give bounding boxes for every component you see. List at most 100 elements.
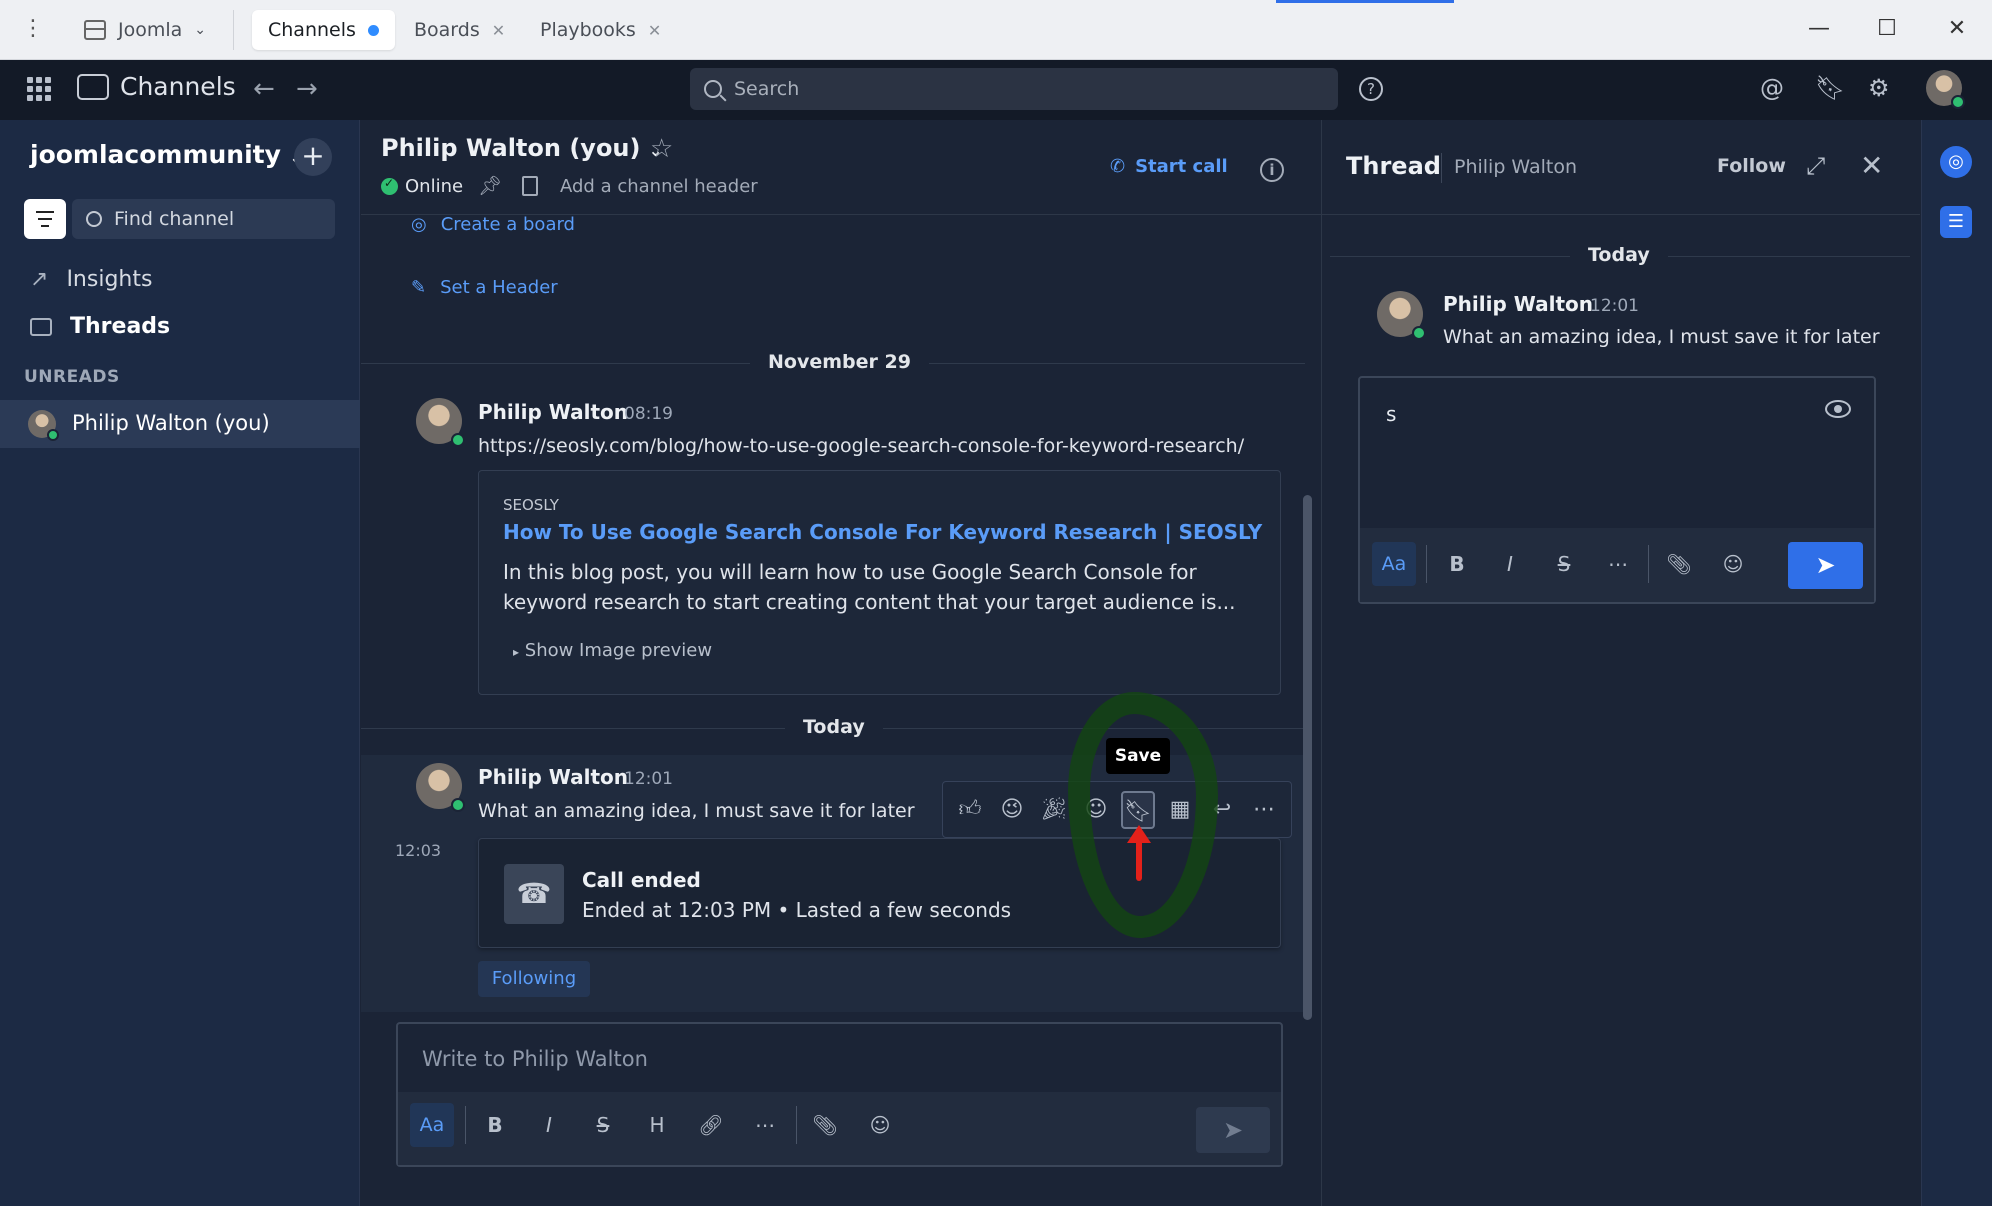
following-button[interactable]: Following xyxy=(478,961,590,997)
tab-boards[interactable]: Boards ✕ xyxy=(398,10,521,50)
party-popper-icon[interactable]: 🎉︎ xyxy=(1037,791,1071,829)
thumbs-up-icon[interactable]: 👍︎ xyxy=(953,791,987,829)
find-channel-input[interactable]: Find channel xyxy=(72,199,335,239)
product-name: Channels xyxy=(120,72,236,101)
italic-icon[interactable]: I xyxy=(1491,545,1529,583)
files-icon[interactable] xyxy=(522,176,538,196)
thread-title: Thread xyxy=(1346,152,1441,180)
sidebar-item-label: Threads xyxy=(70,314,171,339)
tab-channels[interactable]: Channels xyxy=(252,10,395,50)
preview-title[interactable]: How To Use Google Search Console For Key… xyxy=(503,520,1262,544)
more-actions-icon[interactable]: ⋯ xyxy=(1247,791,1281,829)
close-icon[interactable]: ✕ xyxy=(492,21,505,40)
avatar[interactable] xyxy=(1377,291,1426,340)
back-arrow-icon[interactable]: ← xyxy=(253,74,275,104)
more-formatting-icon[interactable]: ⋯ xyxy=(1599,545,1637,583)
product-menu-icon[interactable] xyxy=(27,77,51,101)
expand-icon[interactable]: ⤢ xyxy=(1806,152,1825,180)
thread-time[interactable]: 12:01 xyxy=(1590,296,1639,316)
favorite-star-icon[interactable]: ☆ xyxy=(650,134,673,164)
playbooks-app-icon[interactable]: ☰ xyxy=(1940,206,1972,238)
message-author[interactable]: Philip Walton xyxy=(478,400,628,424)
status-text: Online xyxy=(405,176,464,197)
link-icon[interactable]: 🔗︎ xyxy=(692,1106,730,1144)
preview-eye-icon[interactable] xyxy=(1825,400,1851,418)
create-board-link[interactable]: ◎ Create a board xyxy=(411,214,575,235)
loading-indicator xyxy=(1276,0,1454,3)
thread-author[interactable]: Philip Walton xyxy=(1443,292,1593,316)
close-window-icon[interactable]: ✕ xyxy=(1942,14,1972,44)
dm-name: Philip Walton (you) xyxy=(72,411,270,435)
settings-icon[interactable]: ⚙ xyxy=(1868,74,1890,102)
minimize-icon[interactable]: — xyxy=(1804,14,1834,44)
channel-header-placeholder[interactable]: Add a channel header xyxy=(560,176,758,197)
avatar[interactable] xyxy=(416,763,465,812)
info-icon[interactable]: i xyxy=(1260,158,1284,182)
set-header-link[interactable]: ✎ Set a Header xyxy=(411,277,558,298)
filter-button[interactable] xyxy=(24,199,66,239)
sidebar-item-label: Insights xyxy=(66,267,153,292)
date-label: November 29 xyxy=(750,351,929,373)
attachment-icon[interactable]: 📎︎ xyxy=(1660,545,1698,583)
follow-button[interactable]: Follow xyxy=(1717,155,1786,177)
help-icon[interactable]: ? xyxy=(1359,77,1383,101)
maximize-icon[interactable]: ☐ xyxy=(1872,14,1902,44)
panel-divider xyxy=(1322,214,1920,215)
strikethrough-icon[interactable]: S xyxy=(584,1106,622,1144)
search-placeholder: Search xyxy=(734,78,800,100)
bold-icon[interactable]: B xyxy=(476,1106,514,1144)
saved-messages-icon[interactable]: 🔖︎ xyxy=(1815,74,1845,102)
online-status-icon xyxy=(381,176,398,195)
message-text: What an amazing idea, I must save it for… xyxy=(478,800,915,822)
app-menu-icon[interactable]: ⋮ xyxy=(22,16,44,41)
more-formatting-icon[interactable]: ⋯ xyxy=(746,1106,784,1144)
formatting-toggle-button[interactable]: Aa xyxy=(1372,542,1416,586)
italic-icon[interactable]: I xyxy=(530,1106,568,1144)
tab-playbooks[interactable]: Playbooks ✕ xyxy=(524,10,677,50)
sidebar-item-threads[interactable]: Threads xyxy=(30,314,170,339)
message-time[interactable]: 08:19 xyxy=(624,404,673,424)
start-call-button[interactable]: ✆ Start call xyxy=(1110,156,1228,177)
toolbar-divider xyxy=(796,1106,797,1144)
boards-app-icon[interactable]: ◎ xyxy=(1940,146,1972,178)
message-time[interactable]: 12:01 xyxy=(624,769,673,789)
emoji-icon[interactable]: ☺ xyxy=(861,1106,899,1144)
sidebar-item-insights[interactable]: ↗ Insights xyxy=(30,267,152,292)
server-switcher[interactable]: Joomla ⌄ xyxy=(66,10,234,50)
user-avatar[interactable] xyxy=(1926,70,1965,109)
send-reply-button[interactable]: ➤ xyxy=(1788,542,1863,589)
reply-input[interactable]: s xyxy=(1386,402,1396,426)
avatar xyxy=(28,410,59,441)
close-icon[interactable]: ✕ xyxy=(648,21,661,40)
chart-icon: ↗ xyxy=(30,267,49,292)
message-input[interactable]: Write to Philip Walton xyxy=(422,1047,648,1071)
formatting-toggle-button[interactable]: Aa xyxy=(410,1103,454,1147)
search-input[interactable]: Search xyxy=(690,68,1338,110)
team-name[interactable]: joomlacommunity ⌄ xyxy=(30,140,303,169)
add-channel-button[interactable]: + xyxy=(294,138,332,176)
avatar[interactable] xyxy=(416,398,465,447)
wink-emoji-icon[interactable]: 😉︎ xyxy=(995,791,1029,829)
heading-icon[interactable]: H xyxy=(638,1106,676,1144)
server-name: Joomla xyxy=(118,19,183,41)
bold-icon[interactable]: B xyxy=(1438,545,1476,583)
emoji-icon[interactable]: ☺ xyxy=(1714,545,1752,583)
sidebar-item-dm[interactable]: Philip Walton (you) xyxy=(0,400,360,448)
message-link[interactable]: https://seosly.com/blog/how-to-use-googl… xyxy=(478,435,1244,457)
attachment-icon[interactable]: 📎︎ xyxy=(806,1106,844,1144)
search-icon xyxy=(86,211,102,227)
show-image-preview-toggle[interactable]: ▸ Show Image preview xyxy=(513,640,712,661)
phone-hangup-icon: ☎ xyxy=(504,864,564,924)
send-button[interactable]: ➤ xyxy=(1196,1107,1270,1153)
message-author[interactable]: Philip Walton xyxy=(478,765,628,789)
show-preview-label: Show Image preview xyxy=(524,640,713,661)
channel-title[interactable]: Philip Walton (you) ⌄ xyxy=(381,134,662,162)
scrollbar[interactable] xyxy=(1303,495,1312,1020)
message-time[interactable]: 12:03 xyxy=(395,841,441,860)
mentions-icon[interactable]: @ xyxy=(1760,74,1784,102)
pin-icon[interactable]: 📌︎ xyxy=(478,174,502,197)
forward-arrow-icon[interactable]: → xyxy=(296,74,318,104)
strikethrough-icon[interactable]: S xyxy=(1545,545,1583,583)
target-icon: ◎ xyxy=(411,214,427,235)
close-icon[interactable]: ✕ xyxy=(1860,149,1883,182)
